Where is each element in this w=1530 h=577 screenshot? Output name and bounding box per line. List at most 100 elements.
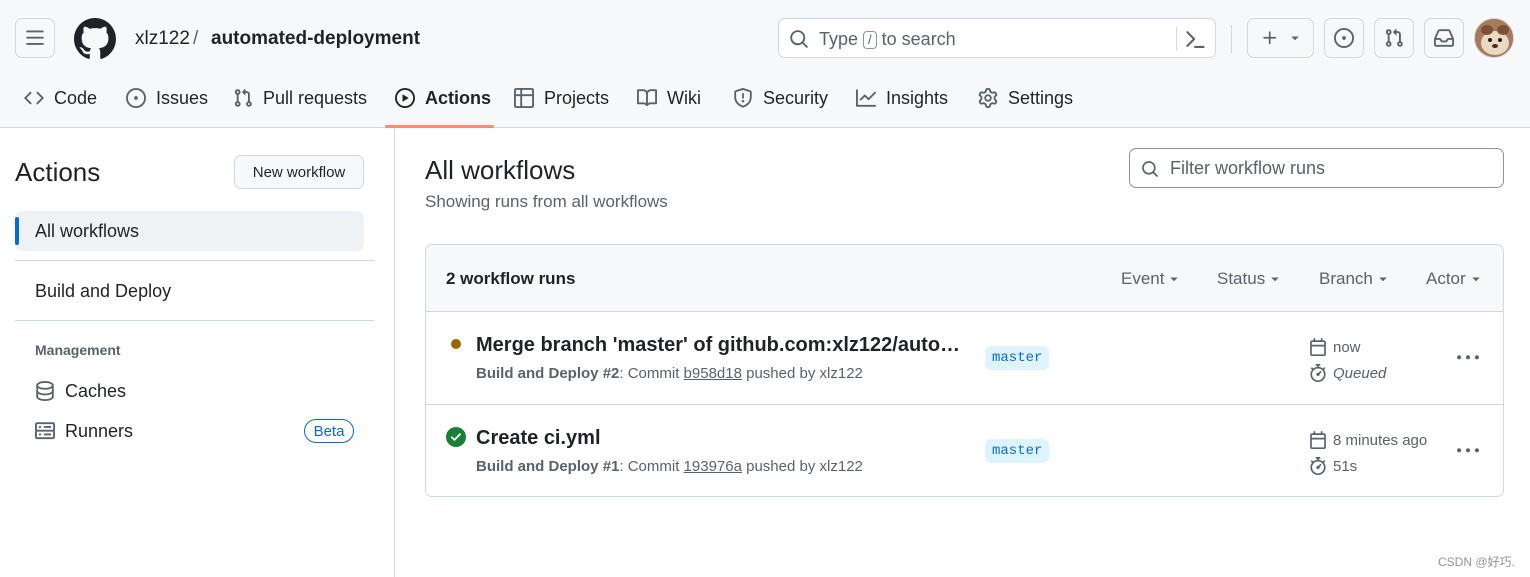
tab-security[interactable]: Security bbox=[733, 76, 828, 120]
sidebar-item-label: Caches bbox=[65, 380, 127, 401]
tab-label: Insights bbox=[886, 87, 949, 108]
gear-icon bbox=[978, 88, 998, 108]
github-logo-icon[interactable] bbox=[74, 18, 116, 60]
workflow-run-row[interactable]: Create ci.yml Build and Deploy #1: Commi… bbox=[426, 404, 1503, 496]
repo-header: xlz122 / automated-deployment Type / to … bbox=[0, 0, 1530, 128]
search-placeholder: Type / to search bbox=[819, 29, 956, 50]
runs-count: 2 workflow runs bbox=[446, 269, 576, 288]
tab-pull-requests[interactable]: Pull requests bbox=[233, 76, 367, 120]
dropdown-label: Event bbox=[1121, 269, 1165, 288]
hamburger-menu-button[interactable] bbox=[15, 18, 55, 58]
tab-issues[interactable]: Issues bbox=[126, 76, 208, 120]
sidebar-item-label: Runners bbox=[65, 420, 134, 441]
dropdown-label: Actor bbox=[1426, 269, 1466, 288]
run-title-link[interactable]: Merge branch 'master' of github.com:xlz1… bbox=[476, 334, 966, 357]
triangle-down-icon bbox=[1290, 36, 1299, 41]
run-duration: Queued bbox=[1309, 364, 1386, 382]
dropdown-label: Status bbox=[1217, 269, 1266, 288]
sidebar-item-label: Build and Deploy bbox=[35, 280, 172, 301]
run-time: now bbox=[1309, 338, 1361, 356]
tab-insights[interactable]: Insights bbox=[856, 76, 948, 120]
filter-workflow-runs[interactable] bbox=[1129, 148, 1504, 188]
plus-icon bbox=[1262, 31, 1276, 45]
issues-button[interactable] bbox=[1324, 18, 1364, 58]
commit-sha-link[interactable]: 193976a bbox=[684, 458, 742, 475]
run-duration-text: Queued bbox=[1333, 364, 1387, 382]
branch-filter-dropdown[interactable]: Branch bbox=[1319, 269, 1389, 289]
kebab-horizontal-icon bbox=[1457, 355, 1479, 360]
book-icon bbox=[637, 89, 657, 107]
page-title: All workflows bbox=[425, 155, 576, 185]
tab-label: Settings bbox=[1008, 87, 1074, 108]
status-filter-dropdown[interactable]: Status bbox=[1217, 269, 1281, 289]
tab-projects[interactable]: Projects bbox=[514, 76, 609, 120]
run-number: #2 bbox=[602, 365, 620, 382]
run-options-button[interactable] bbox=[1454, 344, 1482, 372]
filter-input[interactable] bbox=[1170, 155, 1490, 181]
branch-label[interactable]: master bbox=[985, 439, 1050, 463]
run-pushed-by: pushed by xlz122 bbox=[746, 365, 863, 382]
dropdown-label: Branch bbox=[1319, 269, 1373, 288]
table-icon bbox=[514, 88, 534, 108]
sidebar-item-label: All workflows bbox=[35, 220, 140, 241]
tab-wiki[interactable]: Wiki bbox=[637, 76, 701, 120]
search-shortcut-key: / bbox=[863, 30, 877, 49]
calendar-icon bbox=[1310, 338, 1326, 356]
triangle-down-icon bbox=[1379, 277, 1387, 282]
sidebar-item-all-workflows[interactable]: All workflows bbox=[15, 211, 364, 251]
sidebar-item-build-and-deploy[interactable]: Build and Deploy bbox=[15, 271, 364, 311]
run-duration: 51s bbox=[1309, 457, 1357, 475]
tab-label: Issues bbox=[156, 87, 209, 108]
header-divider bbox=[1231, 25, 1232, 53]
create-new-button[interactable] bbox=[1247, 18, 1314, 58]
code-icon bbox=[24, 91, 44, 105]
queued-status-icon bbox=[446, 334, 466, 354]
run-time-text: now bbox=[1333, 338, 1361, 356]
tab-settings[interactable]: Settings bbox=[978, 76, 1073, 120]
tab-code[interactable]: Code bbox=[24, 76, 97, 120]
command-palette-icon[interactable] bbox=[1184, 28, 1206, 50]
issue-icon bbox=[1334, 28, 1354, 48]
inbox-button[interactable] bbox=[1424, 18, 1464, 58]
triangle-down-icon bbox=[1471, 277, 1480, 282]
commit-sha-link[interactable]: b958d18 bbox=[684, 365, 742, 382]
global-search-input[interactable]: Type / to search bbox=[778, 18, 1216, 58]
workflow-runs-header: 2 workflow runs Event Status Branch Acto… bbox=[426, 245, 1503, 312]
workflow-run-row[interactable]: Merge branch 'master' of github.com:xlz1… bbox=[426, 312, 1503, 404]
triangle-down-icon bbox=[1271, 277, 1279, 282]
breadcrumb-repo[interactable]: automated-deployment bbox=[211, 28, 420, 50]
branch-label[interactable]: master bbox=[985, 346, 1050, 370]
tab-label: Pull requests bbox=[263, 87, 368, 108]
run-number: #1 bbox=[602, 458, 620, 475]
run-commit-label: : Commit bbox=[619, 365, 680, 382]
kebab-horizontal-icon bbox=[1457, 448, 1479, 453]
user-avatar[interactable] bbox=[1474, 18, 1514, 58]
tab-actions[interactable]: Actions bbox=[395, 76, 491, 120]
server-icon bbox=[35, 422, 55, 440]
run-time-text: 8 minutes ago bbox=[1333, 431, 1428, 449]
search-icon bbox=[1142, 161, 1158, 177]
actor-filter-dropdown[interactable]: Actor bbox=[1426, 269, 1482, 289]
tab-label: Projects bbox=[544, 87, 610, 108]
check-circle-icon bbox=[446, 427, 466, 447]
search-prefix-text: Type bbox=[819, 29, 859, 49]
tab-label: Code bbox=[54, 87, 98, 108]
event-filter-dropdown[interactable]: Event bbox=[1121, 269, 1180, 289]
run-options-button[interactable] bbox=[1454, 437, 1482, 465]
active-tab-indicator bbox=[385, 125, 494, 128]
issue-icon bbox=[126, 88, 146, 108]
triangle-down-icon bbox=[1170, 277, 1179, 282]
pull-requests-button[interactable] bbox=[1374, 18, 1414, 58]
search-divider bbox=[1176, 27, 1177, 51]
search-suffix-text: to search bbox=[881, 29, 956, 49]
pull-request-icon bbox=[234, 88, 252, 107]
tab-label: Actions bbox=[425, 87, 492, 108]
sidebar-divider-line bbox=[15, 260, 374, 261]
run-title-link[interactable]: Create ci.yml bbox=[476, 427, 601, 450]
sidebar-item-runners[interactable]: Runners bbox=[35, 418, 133, 444]
new-workflow-button[interactable]: New workflow bbox=[234, 155, 364, 189]
breadcrumb-owner[interactable]: xlz122 bbox=[135, 28, 190, 50]
sidebar-item-caches[interactable]: Caches bbox=[35, 378, 126, 404]
pull-request-icon bbox=[1385, 28, 1403, 47]
graph-icon bbox=[856, 89, 876, 107]
